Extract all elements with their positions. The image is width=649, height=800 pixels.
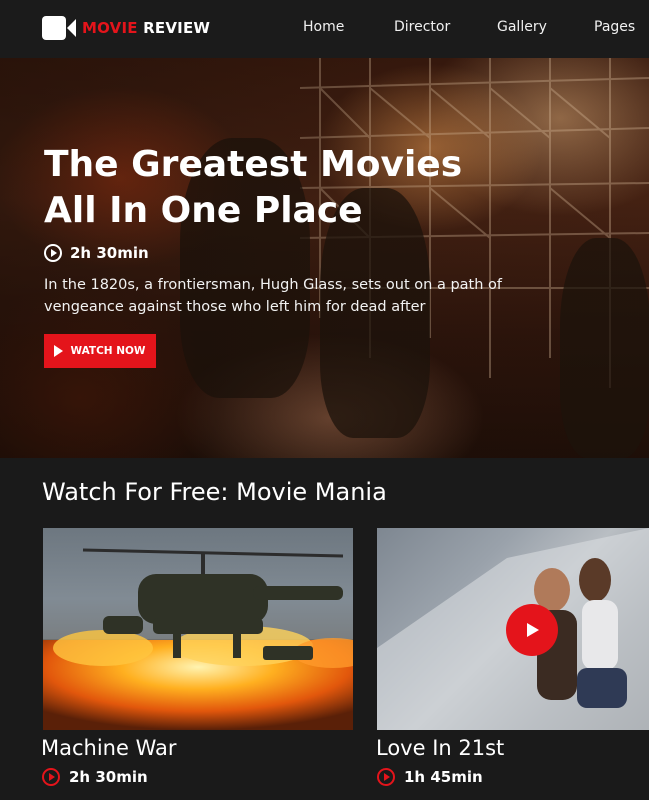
logo-brand-red: MOVIE bbox=[82, 19, 138, 37]
nav-gallery[interactable]: Gallery bbox=[497, 19, 547, 35]
hero-title-line1: The Greatest Movies bbox=[44, 144, 463, 185]
movie-duration: 2h 30min bbox=[42, 768, 148, 786]
hero-description: In the 1820s, a frontiersman, Hugh Glass… bbox=[44, 277, 502, 315]
hero-banner: The Greatest Movies All In One Place 2h … bbox=[0, 58, 649, 458]
play-icon bbox=[54, 345, 64, 357]
hero-duration-text: 2h 30min bbox=[70, 244, 149, 262]
video-camera-icon bbox=[42, 16, 76, 40]
section-title: Watch For Free: Movie Mania bbox=[42, 478, 387, 506]
nav-pages[interactable]: Pages bbox=[594, 19, 635, 35]
movie-thumbnail-machine-war[interactable] bbox=[43, 528, 353, 730]
logo-brand-white: REVIEW bbox=[143, 19, 211, 37]
watch-now-label: WATCH NOW bbox=[70, 345, 146, 357]
play-circle-icon bbox=[377, 768, 395, 786]
movie-duration: 1h 45min bbox=[377, 768, 483, 786]
logo[interactable]: MOVIE REVIEW bbox=[42, 16, 210, 40]
movie-duration-text: 2h 30min bbox=[69, 768, 148, 786]
hero-title-line2: All In One Place bbox=[44, 190, 363, 231]
site-header: MOVIE REVIEW Home Director Gallery Pages bbox=[0, 0, 649, 58]
play-circle-icon bbox=[44, 244, 62, 262]
play-button[interactable] bbox=[506, 604, 558, 656]
helicopter-explosion-image bbox=[43, 548, 353, 730]
hero-title: The Greatest Movies All In One Place bbox=[44, 142, 484, 234]
logo-text: MOVIE REVIEW bbox=[82, 19, 210, 37]
movie-title[interactable]: Machine War bbox=[41, 736, 177, 760]
hero-duration: 2h 30min bbox=[44, 244, 149, 262]
movie-title[interactable]: Love In 21st bbox=[376, 736, 504, 760]
nav-home[interactable]: Home bbox=[303, 19, 344, 35]
play-circle-icon bbox=[42, 768, 60, 786]
watch-now-button[interactable]: WATCH NOW bbox=[44, 334, 156, 368]
nav-director[interactable]: Director bbox=[394, 19, 450, 35]
movie-duration-text: 1h 45min bbox=[404, 768, 483, 786]
